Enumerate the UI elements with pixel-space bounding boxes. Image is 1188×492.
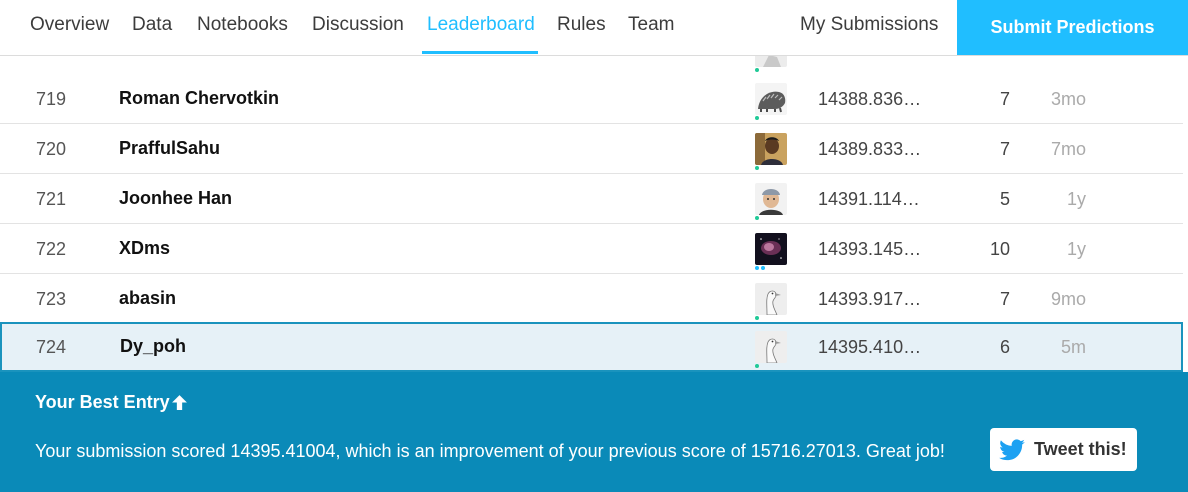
submit-predictions-button[interactable]: Submit Predictions [957, 0, 1188, 55]
entries-cell: 7 [999, 139, 1010, 159]
table-row[interactable]: 722 XDms 14393.145… 10 1y [0, 224, 1183, 274]
entries-cell: 10 [989, 239, 1010, 259]
tab-overview[interactable]: Overview [30, 14, 109, 36]
entries-cell: 7 [999, 89, 1010, 109]
score-cell: 14388.836… [818, 89, 922, 109]
team-name[interactable]: abasin [119, 288, 176, 309]
last-submission-cell: 5m [1060, 337, 1086, 357]
score-cell: 14391.114… [818, 189, 920, 209]
last-submission-cell: 3mo [1050, 89, 1086, 109]
rank-cell: 721 [36, 189, 67, 209]
score-cell: 14393.917… [818, 289, 922, 309]
person-photo-avatar[interactable] [755, 133, 787, 165]
best-entry-message: Your submission scored 14395.41004, whic… [35, 441, 945, 461]
tier-indicator [755, 68, 759, 72]
active-tab-indicator [422, 51, 538, 54]
best-entry-title: Your Best Entry [35, 392, 170, 412]
arrow-up-icon [172, 395, 187, 410]
pangolin-avatar[interactable] [755, 83, 787, 115]
team-name[interactable]: XDms [119, 238, 170, 259]
competition-nav: Overview Data Notebooks Discussion Leade… [0, 0, 1188, 56]
team-name[interactable]: Dy_poh [120, 336, 186, 357]
table-row [0, 56, 1183, 76]
team-name[interactable]: PraffulSahu [119, 138, 220, 159]
tab-data[interactable]: Data [132, 14, 172, 36]
rank-cell: 723 [36, 289, 67, 309]
tab-discussion[interactable]: Discussion [312, 14, 404, 36]
rank-cell: 719 [36, 89, 67, 109]
tweet-button-label: Tweet this! [1034, 439, 1127, 459]
goose-avatar[interactable] [755, 283, 787, 315]
entries-cell: 6 [999, 337, 1010, 357]
tab-leaderboard[interactable]: Leaderboard [427, 14, 535, 36]
rank-cell: 724 [36, 337, 67, 357]
table-row[interactable]: 723 abasin 14393.917… 7 9mo [0, 274, 1183, 324]
tab-team[interactable]: Team [628, 14, 674, 36]
rank-cell: 722 [36, 239, 67, 259]
user-avatar [755, 56, 787, 67]
tier-indicator [755, 364, 759, 368]
leaderboard-table: 719 Roman Chervotkin 14388.836… 7 3mo 72… [0, 56, 1185, 372]
team-name[interactable]: Roman Chervotkin [119, 88, 279, 109]
tier-indicator [755, 266, 765, 270]
my-submissions-link[interactable]: My Submissions [800, 14, 938, 36]
tier-indicator [755, 116, 759, 120]
table-row[interactable]: 721 Joonhee Han 14391.114… 5 1y [0, 174, 1183, 224]
score-cell: 14389.833… [818, 139, 922, 159]
nebula-avatar[interactable] [755, 233, 787, 265]
score-cell: 14395.410… [818, 337, 922, 357]
team-name[interactable]: Joonhee Han [119, 188, 232, 209]
entries-cell: 5 [999, 189, 1010, 209]
last-submission-cell: 7mo [1050, 139, 1086, 159]
goose-avatar[interactable] [755, 331, 787, 363]
last-submission-cell: 1y [1066, 189, 1086, 209]
twitter-icon [999, 438, 1025, 460]
rank-cell: 720 [36, 139, 67, 159]
tab-rules[interactable]: Rules [557, 14, 606, 36]
last-submission-cell: 1y [1066, 239, 1086, 259]
person-cap-avatar[interactable] [755, 183, 787, 215]
best-entry-banner: Your Best Entry Your submission scored 1… [0, 372, 1188, 492]
tweet-this-button[interactable]: Tweet this! [990, 428, 1137, 471]
score-cell: 14393.145… [818, 239, 922, 259]
tier-indicator [755, 316, 759, 320]
table-row[interactable]: 719 Roman Chervotkin 14388.836… 7 3mo [0, 74, 1183, 124]
tier-indicator [755, 216, 759, 220]
current-user-row[interactable]: 724 Dy_poh 14395.410… 6 5m [0, 322, 1183, 372]
last-submission-cell: 9mo [1050, 289, 1086, 309]
entries-cell: 7 [999, 289, 1010, 309]
table-row[interactable]: 720 PraffulSahu 14389.833… 7 7mo [0, 124, 1183, 174]
tab-notebooks[interactable]: Notebooks [197, 14, 288, 36]
tier-indicator [755, 166, 759, 170]
